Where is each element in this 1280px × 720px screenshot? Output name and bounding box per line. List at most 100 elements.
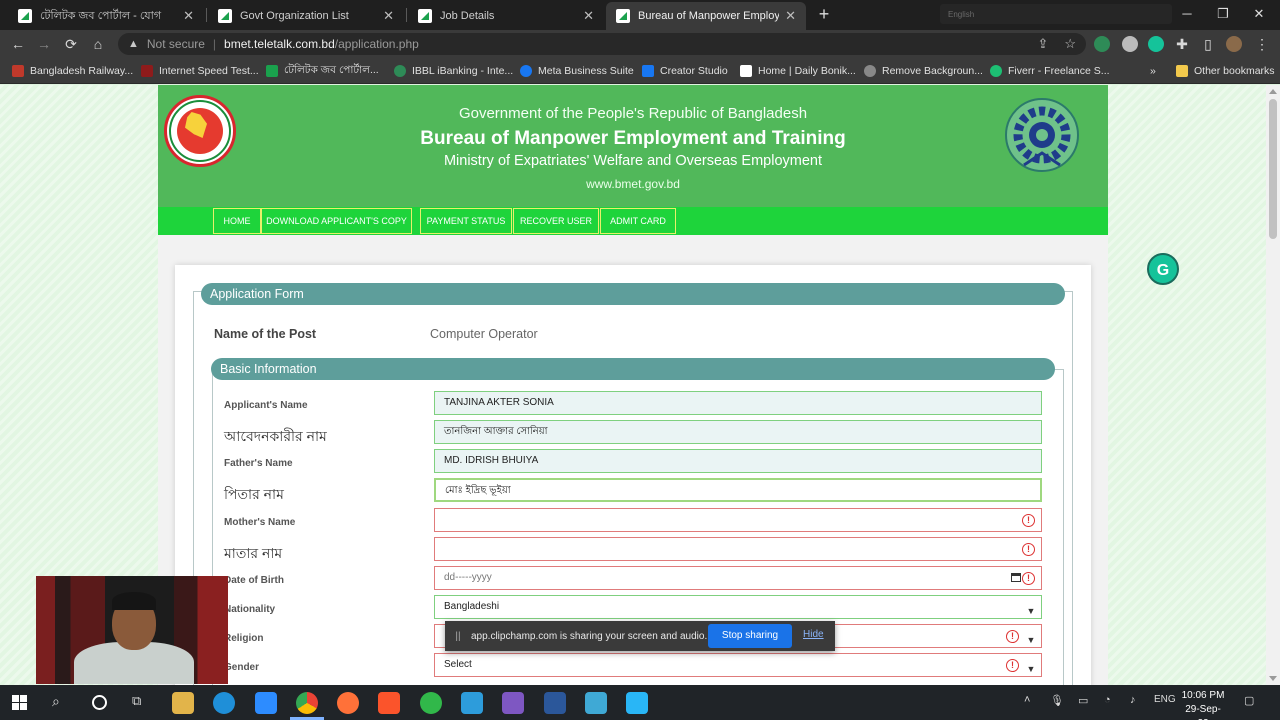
- nav-payment-status[interactable]: PAYMENT STATUS: [420, 208, 512, 234]
- back-arrow-icon[interactable]: ←: [8, 34, 28, 54]
- bookmarks-overflow-button[interactable]: »: [1150, 63, 1156, 79]
- post-name-label: Name of the Post: [214, 327, 317, 341]
- mother-name-input[interactable]: !: [434, 508, 1042, 532]
- scroll-down-arrow-icon[interactable]: [1269, 676, 1277, 681]
- nav-recover-user[interactable]: RECOVER USER: [513, 208, 599, 234]
- notifications-icon[interactable]: ▢: [1244, 694, 1254, 707]
- show-hidden-icons-icon[interactable]: ˄: [1024, 694, 1030, 706]
- cloud-extension-icon[interactable]: [1122, 36, 1138, 52]
- bookmark-item[interactable]: IBBL iBanking - Inte...: [394, 63, 513, 79]
- tab-job-details[interactable]: Job Details ✕: [408, 2, 604, 30]
- volume-icon[interactable]: ♪: [1130, 694, 1136, 706]
- mother-name-bn-input[interactable]: !: [434, 537, 1042, 561]
- bookmark-item[interactable]: Bangladesh Railway...: [12, 63, 133, 79]
- father-name-input[interactable]: MD. IDRISH BHUIYA: [434, 449, 1042, 473]
- close-tab-icon[interactable]: ✕: [383, 8, 394, 24]
- bookmark-favicon-icon: [740, 65, 752, 77]
- extensions-puzzle-icon[interactable]: ✚: [1172, 34, 1192, 54]
- profile-avatar[interactable]: [1226, 36, 1242, 52]
- bookmark-item[interactable]: Fiverr - Freelance S...: [990, 63, 1110, 79]
- close-window-button[interactable]: ✕: [1236, 0, 1280, 30]
- bookmark-label: IBBL iBanking - Inte...: [412, 65, 514, 77]
- windows-taskbar: ⌕ ⧉ ˄ 🎙 ▭ ◔ ♪ ENG 10:06 PM 29-Sep-22 ▢: [0, 685, 1280, 720]
- language-indicator[interactable]: ENG: [1154, 694, 1176, 705]
- bookmark-item[interactable]: Internet Speed Test...: [141, 63, 259, 79]
- system-clock[interactable]: 10:06 PM 29-Sep-22: [1180, 689, 1226, 720]
- date-of-birth-input[interactable]: dd-----yyyy!: [434, 566, 1042, 590]
- bookmark-item[interactable]: Meta Business Suite: [520, 63, 634, 79]
- sync-app-icon[interactable]: [461, 692, 483, 714]
- edge-icon[interactable]: [213, 692, 235, 714]
- applicant-name-input[interactable]: TANJINA AKTER SONIA: [434, 391, 1042, 415]
- browser-toolbar: ← → ⟳ ⌂ ▲ Not secure | bmet.teletalk.com…: [0, 30, 1280, 58]
- bookmark-favicon-icon: [642, 65, 654, 77]
- header-bureau-title: Bureau of Manpower Employment and Traini…: [420, 128, 846, 149]
- applicant-name-bn-value: তানজিনা আক্তার সোনিয়া: [444, 426, 548, 437]
- windows-start-icon[interactable]: [12, 695, 27, 710]
- drag-handle-icon[interactable]: ||: [451, 631, 465, 642]
- scroll-up-arrow-icon[interactable]: [1269, 89, 1277, 94]
- share-icon[interactable]: ⇪: [1037, 36, 1048, 52]
- side-panel-icon[interactable]: ▯: [1198, 34, 1218, 54]
- wifi-icon[interactable]: ◔: [1104, 694, 1111, 706]
- warning-triangle-icon[interactable]: ▲: [128, 38, 139, 50]
- date-of-birth-placeholder: dd-----yyyy: [444, 572, 492, 583]
- utorrent-icon[interactable]: [420, 692, 442, 714]
- brave-icon[interactable]: [378, 692, 400, 714]
- father-name-bn-input[interactable]: মোঃ ইদ্রিছ ভূইয়া: [434, 478, 1042, 502]
- father-name-bn-value: মোঃ ইদ্রিছ ভূইয়া: [445, 485, 511, 496]
- tab-teletalk[interactable]: টেলিটক জব পোর্টাল - যোগ ✕: [8, 2, 204, 30]
- scrollbar-thumb[interactable]: [1269, 99, 1277, 239]
- nav-download-applicant-copy[interactable]: DOWNLOAD APPLICANT'S COPY: [261, 208, 412, 234]
- app-icon[interactable]: [626, 692, 648, 714]
- task-view-icon[interactable]: ⧉: [132, 693, 141, 709]
- chrome-icon[interactable]: [296, 692, 318, 714]
- cortana-icon[interactable]: [92, 695, 107, 710]
- zoom-icon[interactable]: [255, 692, 277, 714]
- page-scrollbar[interactable]: [1266, 85, 1280, 685]
- forward-arrow-icon[interactable]: →: [34, 34, 54, 54]
- error-alert-icon: !: [1022, 543, 1035, 556]
- grammarly-widget-icon[interactable]: G: [1147, 253, 1179, 285]
- gender-select[interactable]: Select! ▼: [434, 653, 1042, 677]
- grammarly-extension-icon[interactable]: [1148, 36, 1164, 52]
- stop-sharing-button[interactable]: Stop sharing: [708, 624, 792, 648]
- address-bar[interactable]: ▲ Not secure | bmet.teletalk.com.bd/appl…: [118, 33, 1086, 55]
- teletalk-favicon-icon: [218, 9, 232, 23]
- reload-icon[interactable]: ⟳: [61, 34, 81, 54]
- other-bookmarks-folder[interactable]: Other bookmarks: [1176, 63, 1275, 79]
- file-explorer-icon[interactable]: [172, 692, 194, 714]
- hide-link[interactable]: Hide: [803, 629, 824, 640]
- bookmark-label: Creator Studio: [660, 65, 728, 77]
- site-nav: HOME DOWNLOAD APPLICANT'S COPY PAYMENT S…: [158, 207, 1108, 235]
- tab-govt-org-list[interactable]: Govt Organization List ✕: [208, 2, 404, 30]
- video-editor-icon[interactable]: [502, 692, 524, 714]
- firefox-icon[interactable]: [337, 692, 359, 714]
- bookmark-item[interactable]: Creator Studio: [642, 63, 728, 79]
- battery-icon[interactable]: ▭: [1078, 694, 1088, 707]
- search-icon[interactable]: ⌕: [52, 693, 60, 710]
- nav-admit-card[interactable]: ADMIT CARD: [600, 208, 676, 234]
- applicant-name-value: TANJINA AKTER SONIA: [444, 397, 554, 408]
- close-tab-icon[interactable]: ✕: [785, 8, 796, 24]
- tab-label: Govt Organization List: [240, 10, 349, 22]
- extension-icon[interactable]: [1094, 36, 1110, 52]
- father-name-bn-label: পিতার নাম: [224, 486, 284, 502]
- bookmark-item[interactable]: টেলিটক জব পোর্টাল...: [266, 63, 379, 79]
- calendar-icon[interactable]: [1011, 573, 1021, 582]
- home-icon[interactable]: ⌂: [88, 34, 108, 54]
- bookmark-item[interactable]: Remove Backgroun...: [864, 63, 983, 79]
- close-tab-icon[interactable]: ✕: [183, 8, 194, 24]
- applicant-name-bn-input[interactable]: তানজিনা আক্তার সোনিয়া: [434, 420, 1042, 444]
- tab-bmet-active[interactable]: Bureau of Manpower Employmen ✕: [606, 2, 806, 30]
- bookmark-item[interactable]: Home | Daily Bonik...: [740, 63, 856, 79]
- microphone-icon[interactable]: 🎙: [1050, 694, 1064, 707]
- close-tab-icon[interactable]: ✕: [583, 8, 594, 24]
- bookmark-star-icon[interactable]: ☆: [1064, 36, 1076, 52]
- nationality-select[interactable]: Bangladeshi ▼: [434, 595, 1042, 619]
- nav-home[interactable]: HOME: [213, 208, 261, 234]
- word-icon[interactable]: [544, 692, 566, 714]
- menu-kebab-icon[interactable]: ⋮: [1252, 34, 1272, 54]
- new-tab-button[interactable]: +: [814, 4, 834, 24]
- photos-icon[interactable]: [585, 692, 607, 714]
